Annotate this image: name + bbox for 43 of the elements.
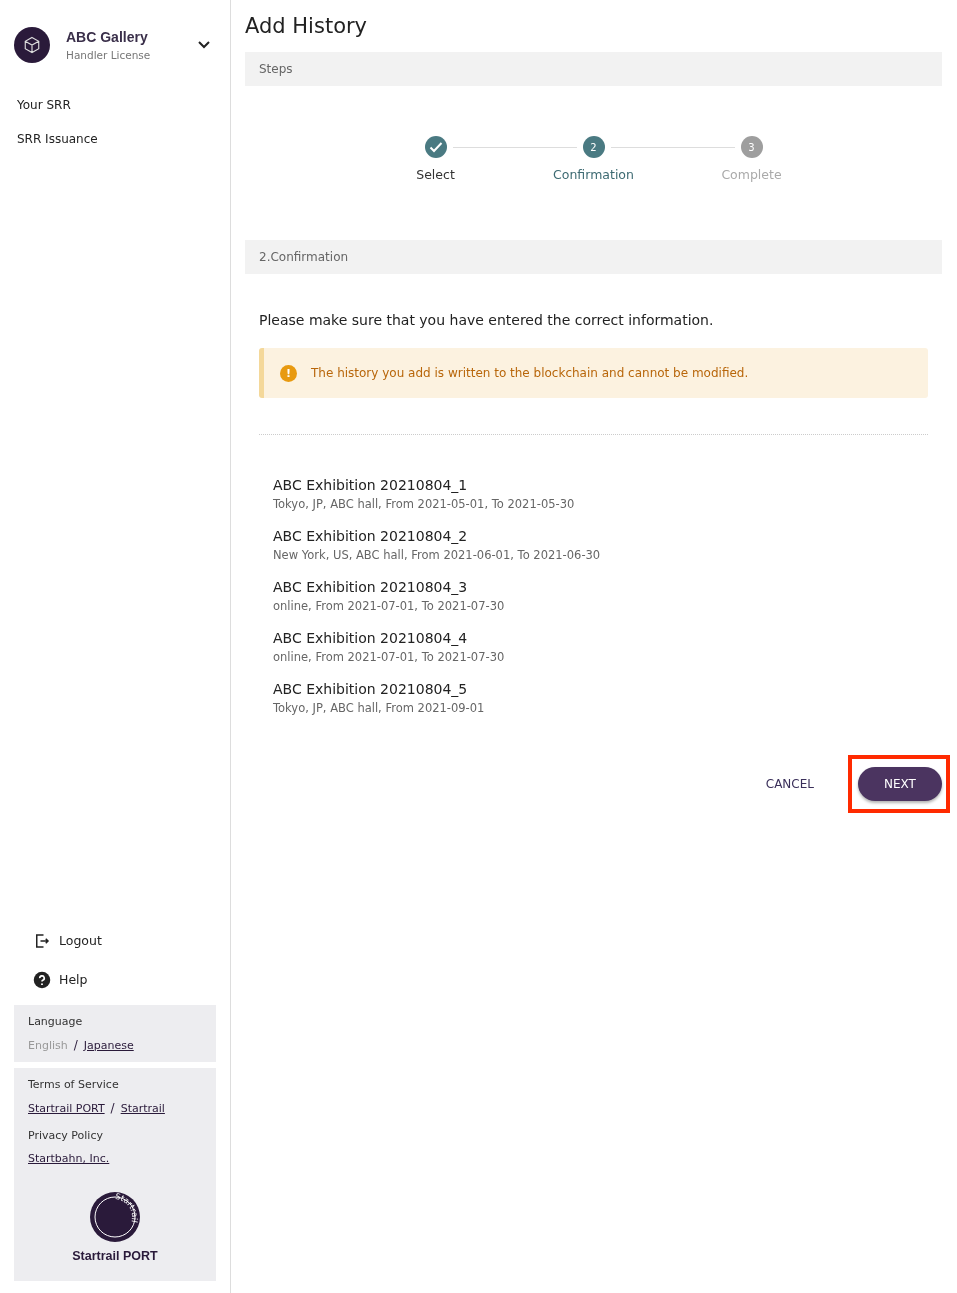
brand-name: Startrail PORT [72,1249,158,1263]
separator: / [110,1101,115,1115]
history-title: ABC Exhibition 20210804_4 [273,630,469,646]
privacy-title: Privacy Policy [28,1129,104,1142]
history-title: ABC Exhibition 20210804_3 [273,579,469,595]
privacy-link[interactable]: Startbahn, Inc. [28,1152,110,1165]
steps-header: Steps [245,52,942,86]
nav-item[interactable]: SRR Issuance [17,132,216,146]
step-label: Select [416,167,455,182]
terms-link[interactable]: Startrail PORT [28,1101,105,1115]
history-title: ABC Exhibition 20210804_5 [273,681,469,697]
terms-link[interactable]: Startrail [120,1101,165,1115]
chevron-down-icon[interactable] [198,41,210,49]
step-number: 2 [582,136,605,158]
history-detail: online, From 2021-07-01, To 2021-07-30 [273,599,506,613]
help-link[interactable]: Help [14,960,216,999]
language-title: Language [28,1015,84,1028]
cube-icon [23,36,41,54]
instruction-text: Please make sure that you have entered the correct information. [259,312,715,328]
logout-icon [33,931,51,950]
warning-text: The history you add is written to the blockchain and cannot be modified. [311,366,749,380]
page-title: Add History [245,14,369,38]
logout-link[interactable]: Logout [14,921,216,960]
step-label: Complete [721,167,782,182]
history-title: ABC Exhibition 20210804_2 [273,528,469,544]
step-label: Confirmation [553,167,634,182]
cancel-button[interactable]: CANCEL [759,776,820,792]
account-role: Handler License [66,49,152,61]
language-option[interactable]: Japanese [83,1038,134,1052]
terms-title: Terms of Service [28,1078,120,1091]
history-detail: online, From 2021-07-01, To 2021-07-30 [273,650,506,664]
next-button[interactable]: NEXT [858,767,942,801]
history-title: ABC Exhibition 20210804_1 [273,477,469,493]
step-number: 3 [740,136,763,158]
separator: / [73,1038,78,1052]
history-detail: Tokyo, JP, ABC hall, From 2021-09-01 [273,701,486,715]
help-icon [33,970,51,989]
history-detail: New York, US, ABC hall, From 2021-06-01, To 2021-06-30 [273,548,602,562]
nav-item[interactable]: Your SRR [17,98,216,112]
section-header: 2.Confirmation [245,240,942,274]
account-name: ABC Gallery [66,29,149,45]
warning-icon: ! [280,364,297,382]
history-detail: Tokyo, JP, ABC hall, From 2021-05-01, To 2021-05-30 [273,497,576,511]
